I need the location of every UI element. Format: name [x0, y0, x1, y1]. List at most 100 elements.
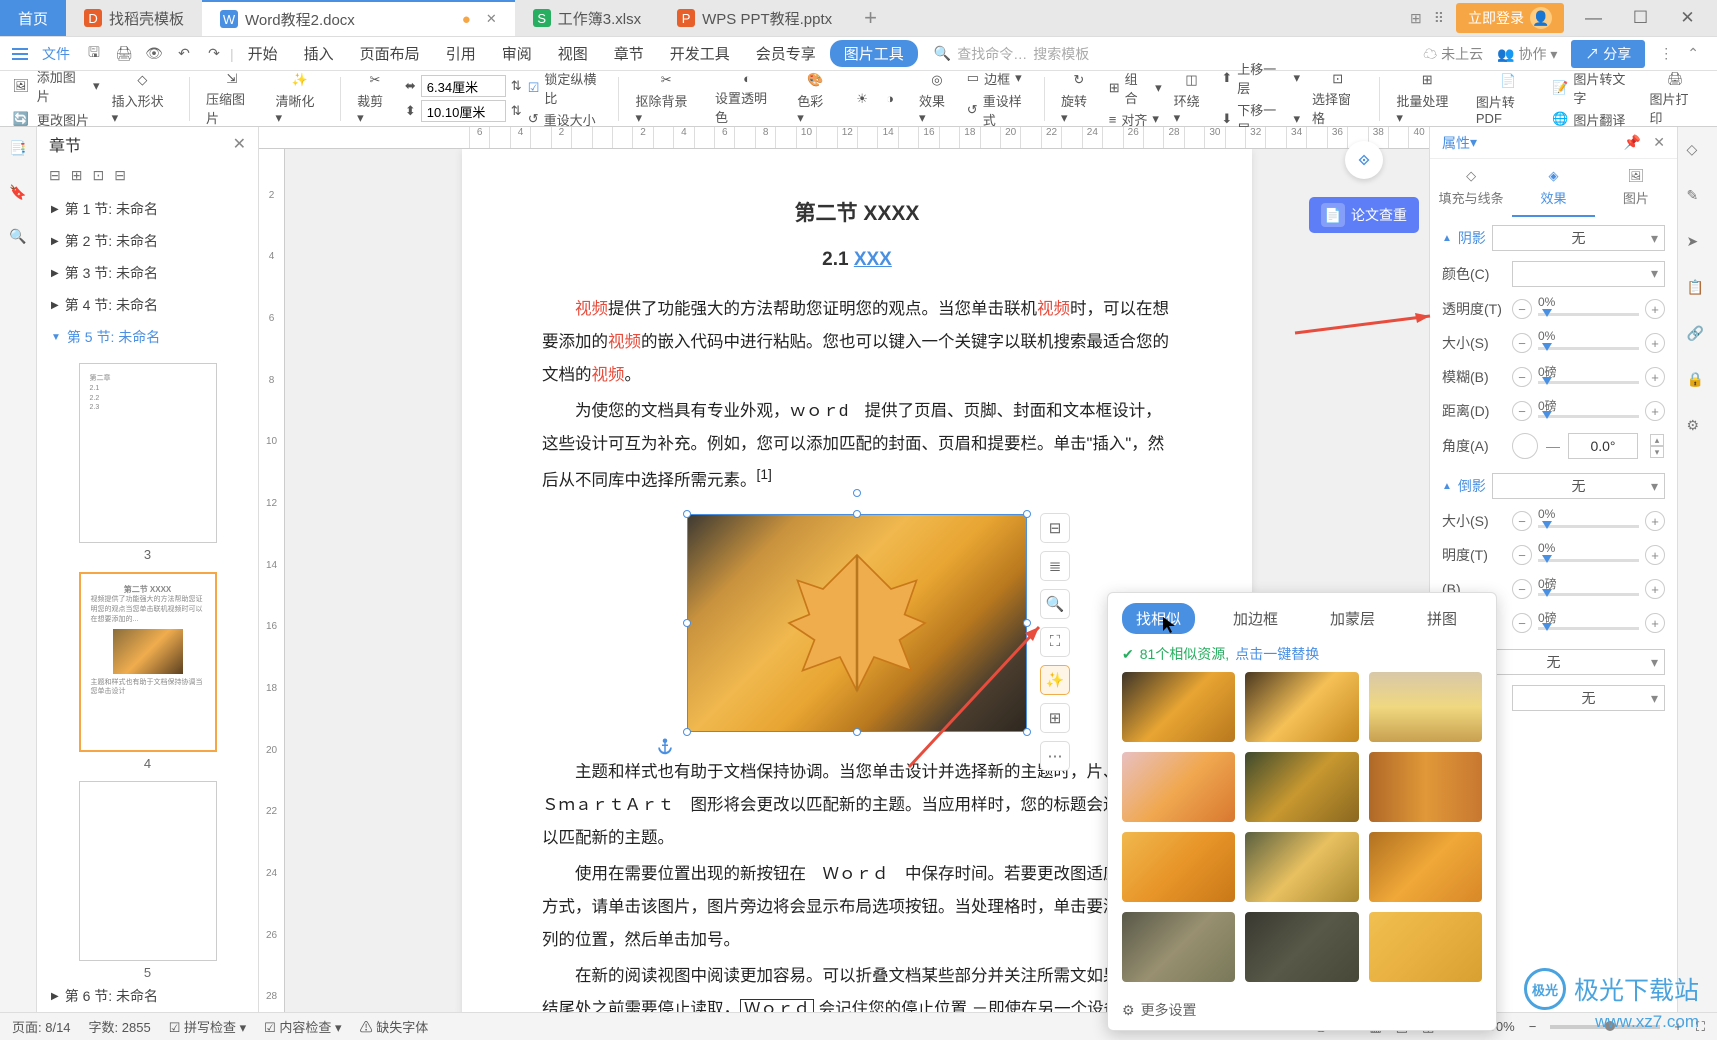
angle-stepper[interactable]: ▴▾ — [1650, 434, 1664, 458]
reflection-size-slider[interactable]: −0%+ — [1512, 509, 1665, 533]
menu-view[interactable]: 视图 — [546, 43, 600, 64]
lock-tool-icon[interactable]: 🔒 — [1687, 371, 1709, 393]
page-indicator[interactable]: 页面: 8/14 — [12, 1017, 71, 1036]
img-to-pdf-button[interactable]: 📄图片转PDF — [1470, 71, 1546, 126]
resize-handle-bl[interactable] — [683, 728, 691, 736]
pin-icon[interactable]: 📌 — [1624, 134, 1641, 151]
brightness-icon[interactable]: ☀ — [851, 88, 873, 110]
zoom-out-button[interactable]: − — [1529, 1019, 1537, 1034]
tab-ppt[interactable]: P WPS PPT教程.pptx — [659, 0, 850, 36]
similar-image-thumb[interactable] — [1122, 752, 1235, 822]
shadow-section-header[interactable]: ▲阴影 无 — [1442, 225, 1665, 251]
move-up-button[interactable]: ⬆上移一层 ▾ — [1221, 59, 1300, 97]
chapters-icon[interactable]: 📑 — [7, 137, 29, 159]
popup-tab-border[interactable]: 加边框 — [1219, 603, 1292, 634]
compress-button[interactable]: ⇲压缩图片 — [200, 71, 263, 126]
spellcheck-button[interactable]: ☑ 拼写检查 ▾ — [169, 1017, 246, 1036]
insert-shape-button[interactable]: ◇插入形状 ▾ — [106, 71, 179, 126]
shadow-distance-slider[interactable]: −0磅+ — [1512, 399, 1665, 423]
shadow-blur-slider[interactable]: −0磅+ — [1512, 365, 1665, 389]
sidebar-item-section4[interactable]: ▶第 4 节: 未命名 — [37, 289, 258, 321]
sidebar-item-section6[interactable]: ▶第 6 节: 未命名 — [37, 980, 258, 1012]
cloud-icon[interactable]: ☁ 未上云 — [1423, 44, 1483, 64]
collab-icon[interactable]: 👥 协作 ▾ — [1497, 44, 1557, 64]
page-add-icon[interactable]: ⊞ — [71, 167, 83, 184]
share-button[interactable]: ↗ 分享 — [1571, 40, 1645, 68]
collapse-ribbon-icon[interactable]: ⌃ — [1687, 45, 1699, 62]
menu-chapter[interactable]: 章节 — [602, 43, 656, 64]
vertical-ruler[interactable]: 246810121416182022242628 — [259, 149, 285, 1012]
clarity-button[interactable]: ✨清晰化 ▾ — [270, 71, 331, 126]
reflection-blur-slider[interactable]: −0磅+ — [1512, 577, 1665, 601]
props-tab-image[interactable]: 🖼图片 — [1595, 159, 1677, 217]
menu-devtools[interactable]: 开发工具 — [658, 43, 742, 64]
tab-home[interactable]: 首页 — [0, 0, 66, 36]
tab-word-doc[interactable]: W Word教程2.docx ● ✕ — [202, 0, 515, 36]
resize-handle-bm[interactable] — [853, 728, 861, 736]
shadow-transparency-slider[interactable]: −0%+ — [1512, 297, 1665, 321]
similar-image-thumb[interactable] — [1369, 832, 1482, 902]
props-tab-effect[interactable]: ◈效果 — [1512, 159, 1594, 217]
similar-image-thumb[interactable] — [1369, 912, 1482, 982]
page-remove-icon[interactable]: ⊟ — [114, 167, 126, 184]
popup-tab-similar[interactable]: 找相似 — [1122, 603, 1195, 634]
replace-all-link[interactable]: 点击一键替换 — [1235, 644, 1319, 664]
wrap-options-button[interactable]: ≣ — [1040, 551, 1070, 581]
menu-review[interactable]: 审阅 — [490, 43, 544, 64]
tab-daoke[interactable]: D 找稻壳模板 — [66, 0, 202, 36]
tab-close-icon[interactable]: ✕ — [486, 11, 497, 27]
contentcheck-button[interactable]: ☑ 内容检查 ▾ — [264, 1017, 341, 1036]
shadow-preset-select[interactable]: 无 — [1492, 225, 1665, 251]
resize-handle-tr[interactable] — [1023, 510, 1031, 518]
border-button[interactable]: ▭边框 ▾ — [967, 69, 1034, 88]
crop-button[interactable]: ✂裁剪 ▾ — [351, 71, 399, 126]
angle-input[interactable]: 0.0° — [1568, 433, 1638, 459]
resize-handle-ml[interactable] — [683, 619, 691, 627]
img-translate-button[interactable]: 🌐图片翻译 — [1552, 110, 1637, 129]
page-break-icon[interactable]: ⊟ — [49, 167, 61, 184]
remove-bg-button[interactable]: ✂抠除背景 ▾ — [629, 71, 702, 126]
print-icon[interactable]: 🖨 — [110, 40, 138, 68]
page-merge-icon[interactable]: ⊡ — [92, 167, 104, 184]
batch-process-button[interactable]: ⊞批量处理 ▾ — [1390, 71, 1463, 126]
tab-add-button[interactable]: + — [850, 5, 891, 31]
layout-options-button[interactable]: ⊟ — [1040, 513, 1070, 543]
reset-size-button[interactable]: ↺重设大小 — [528, 110, 609, 129]
stepper-icon[interactable]: ⇅ — [511, 78, 522, 94]
reset-style-button[interactable]: ↺重设样式 — [967, 91, 1034, 129]
popup-more-settings[interactable]: ⚙ 更多设置 — [1108, 990, 1496, 1030]
missing-font-button[interactable]: ⚠ 缺失字体 — [360, 1017, 429, 1036]
login-button[interactable]: 立即登录 👤 — [1456, 3, 1564, 33]
gear-icon[interactable]: ⚙ — [1687, 417, 1709, 439]
undo-icon[interactable]: ↶ — [170, 40, 198, 68]
close-button[interactable]: ✕ — [1670, 8, 1705, 28]
horizontal-ruler[interactable]: 642246810121416182022242628303234363840 — [259, 127, 1429, 149]
height-input[interactable] — [421, 100, 506, 122]
similar-image-thumb[interactable] — [1369, 672, 1482, 742]
popup-tab-collage[interactable]: 拼图 — [1413, 603, 1471, 634]
similar-image-thumb[interactable] — [1245, 832, 1358, 902]
menu-hamburger-icon[interactable] — [8, 42, 32, 66]
similar-image-thumb[interactable] — [1245, 752, 1358, 822]
tab-excel[interactable]: S 工作簿3.xlsx — [515, 0, 659, 36]
reflection-distance-slider[interactable]: −0磅+ — [1512, 611, 1665, 635]
combine-button[interactable]: ⊞组合 ▾ — [1109, 69, 1162, 107]
reflection-transparency-slider[interactable]: −0%+ — [1512, 543, 1665, 567]
add-image-button[interactable]: 🖼添加图片 ▾ — [10, 67, 100, 105]
page-thumbnail-3[interactable]: 第二章2.12.22.3 — [79, 363, 217, 543]
popup-tab-overlay[interactable]: 加蒙层 — [1316, 603, 1389, 634]
select-pane-button[interactable]: ⊡选择窗格 — [1306, 71, 1369, 126]
pen-tool-icon[interactable]: ✎ — [1687, 187, 1709, 209]
menu-page-layout[interactable]: 页面布局 — [348, 43, 432, 64]
img-print-button[interactable]: 🖨图片打印 — [1643, 71, 1706, 126]
menu-vip[interactable]: 会员专享 — [744, 43, 828, 64]
effect-button[interactable]: ◎效果 ▾ — [913, 71, 961, 126]
page-thumbnail-5[interactable] — [79, 781, 217, 961]
resize-handle-tm[interactable] — [853, 510, 861, 518]
lock-ratio-checkbox[interactable]: ☑锁定纵横比 — [528, 69, 609, 107]
file-menu[interactable]: 文件 — [34, 44, 78, 64]
diamond-tool-icon[interactable]: ◇ — [1687, 141, 1709, 163]
redo-icon[interactable]: ↷ — [200, 40, 228, 68]
shadow-size-slider[interactable]: −0%+ — [1512, 331, 1665, 355]
similar-image-thumb[interactable] — [1122, 672, 1235, 742]
